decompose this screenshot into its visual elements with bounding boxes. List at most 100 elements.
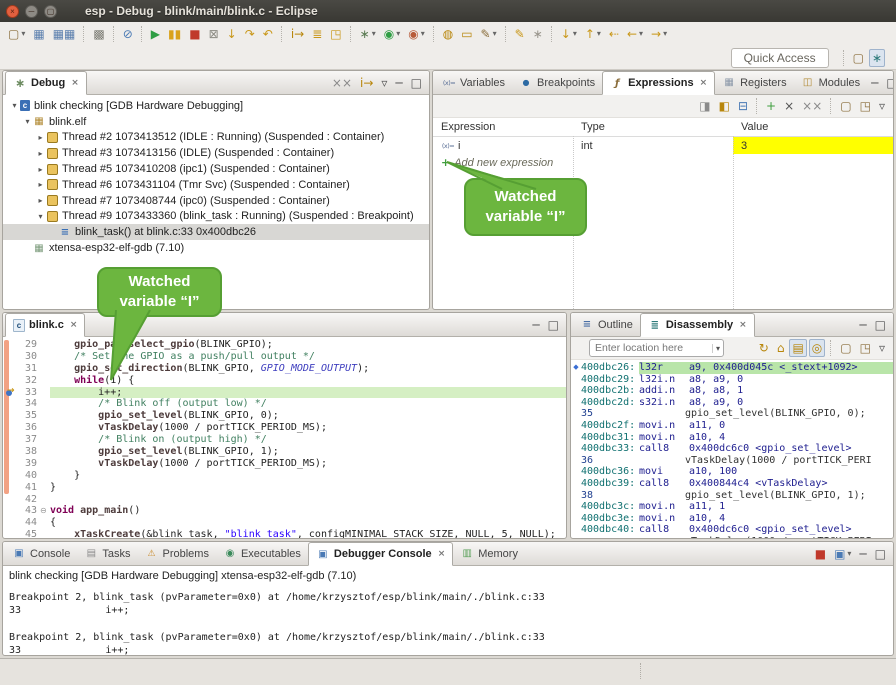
skip-all-breakpoints-icon[interactable]: ⊘ <box>120 25 136 43</box>
view-menu-icon[interactable]: ▿ <box>876 339 888 357</box>
annotation-ruler-cell[interactable] <box>3 505 17 517</box>
maximize-icon[interactable]: □ <box>545 316 562 334</box>
run-icon[interactable]: ◉▾ <box>381 25 404 43</box>
expand-arrow-icon[interactable]: ▾ <box>22 117 33 126</box>
home-icon[interactable]: ⌂ <box>774 339 788 357</box>
open-resource-icon[interactable]: ▭ <box>458 25 475 43</box>
code-line[interactable]: →33 i++; <box>3 387 566 399</box>
dropdown-arrow-icon[interactable]: ▾ <box>21 26 25 42</box>
debug-tree-item[interactable]: xtensa-esp32-elf-gdb (7.10) <box>3 240 429 256</box>
show-source-icon[interactable]: ▤ <box>789 339 806 357</box>
minimize-icon[interactable]: ─ <box>868 74 881 92</box>
suspend-icon[interactable]: ▮▮ <box>165 25 184 43</box>
disassembly-line[interactable]: 400dbc3e:movi.na10, 4 <box>571 513 893 525</box>
code-line[interactable]: 29 gpio_pad_select_gpio(BLINK_GPIO); <box>3 339 566 351</box>
annotations-icon[interactable]: ∗ <box>530 25 546 43</box>
code-line[interactable]: 39 vTaskDelay(1000 / portTICK_PERIOD_MS)… <box>3 458 566 470</box>
code-line[interactable]: 32 while(1) { <box>3 375 566 387</box>
resume-icon[interactable]: ▶ <box>148 25 163 43</box>
console-output[interactable]: blink checking [GDB Hardware Debugging] … <box>3 566 893 655</box>
add-expression-row[interactable]: + Add new expression <box>433 154 893 171</box>
sync-context-icon[interactable]: ◎ <box>809 339 825 357</box>
save-all-icon[interactable]: ▦▦ <box>50 25 79 43</box>
window-minimize-icon[interactable]: ─ <box>25 5 38 18</box>
expand-arrow-icon[interactable]: ▾ <box>9 101 20 110</box>
debug-tree-item[interactable]: ▸Thread #3 1073413156 (IDLE) (Suspended … <box>3 145 429 161</box>
disassembly-line[interactable]: 400dbc33:call80x400dc6c0 <gpio_set_level… <box>571 443 893 455</box>
tab-breakpoints[interactable]: Breakpoints <box>512 71 602 94</box>
tab-blink-c[interactable]: blink.c× <box>5 313 85 337</box>
minimize-icon[interactable]: ─ <box>392 74 405 92</box>
expand-arrow-icon[interactable]: ▸ <box>35 165 46 174</box>
column-header-value[interactable]: Value <box>733 121 893 133</box>
annotation-ruler-cell[interactable] <box>3 363 17 375</box>
column-header-type[interactable]: Type <box>573 121 733 133</box>
window-close-icon[interactable]: × <box>6 5 19 18</box>
disassembly-line[interactable]: 400dbc36:movia10, 100 <box>571 466 893 478</box>
debug-tree-item[interactable]: ▸Thread #7 1073408744 (ipc0) (Suspended … <box>3 193 429 209</box>
code-line[interactable]: 44{ <box>3 517 566 529</box>
maximize-icon[interactable]: □ <box>872 316 889 334</box>
terminate-icon[interactable]: ■ <box>812 545 829 563</box>
annotation-ruler-cell[interactable] <box>3 470 17 482</box>
dropdown-arrow-icon[interactable]: ▾ <box>396 26 400 42</box>
tab-modules[interactable]: Modules <box>794 71 868 94</box>
instruction-stepping-icon[interactable]: i→ <box>288 25 307 43</box>
instruction-stepping-mode-icon[interactable]: i→ <box>357 74 376 92</box>
tab-problems[interactable]: Problems <box>137 542 215 565</box>
view-menu-icon[interactable]: ▿ <box>876 97 888 115</box>
quick-access-button[interactable]: Quick Access <box>731 48 829 68</box>
disassembly-line[interactable]: 400dbc2f:movi.na11, 0 <box>571 420 893 432</box>
remove-all-expressions-icon[interactable]: ×× <box>799 97 825 115</box>
disassembly-line[interactable]: 400dbc3c:movi.na11, 1 <box>571 501 893 513</box>
display-selected-console-icon[interactable]: ▣▾ <box>831 545 854 563</box>
new-wizard-icon[interactable]: ▢▾ <box>5 25 28 43</box>
tab-outline[interactable]: Outline <box>573 313 640 336</box>
close-tab-icon[interactable]: × <box>739 320 747 330</box>
dropdown-arrow-icon[interactable]: ▾ <box>421 26 425 42</box>
search-icon[interactable]: ✎▾ <box>478 25 500 43</box>
tab-memory[interactable]: Memory <box>453 542 525 565</box>
fold-marker-icon[interactable]: ⊖ <box>40 505 50 517</box>
collapse-all-icon[interactable]: ⊟ <box>735 97 751 115</box>
debug-tree-item[interactable]: blink_task() at blink.c:33 0x400dbc26 <box>3 224 429 240</box>
disassembly-line[interactable]: 38gpio_set_level(BLINK_GPIO, 1); <box>571 490 893 502</box>
debug-perspective-icon[interactable]: ∗ <box>869 49 885 67</box>
expression-row[interactable]: iint3 <box>433 137 893 154</box>
debug-tree-item[interactable]: ▸Thread #6 1073431104 (Tmr Svc) (Suspend… <box>3 177 429 193</box>
back-icon[interactable]: ←▾ <box>624 25 646 43</box>
minimize-icon[interactable]: ─ <box>529 316 542 334</box>
close-tab-icon[interactable]: × <box>700 78 708 88</box>
dropdown-arrow-icon[interactable]: ▾ <box>639 26 643 42</box>
last-edit-location-icon[interactable]: ⇠ <box>606 25 622 43</box>
disassembly-line[interactable]: 400dbc29:l32i.na8, a9, 0 <box>571 374 893 386</box>
maximize-icon[interactable]: □ <box>883 74 894 92</box>
disassembly-line[interactable]: 400dbc39:call80x400844c4 <vTaskDelay> <box>571 478 893 490</box>
trace-icon[interactable]: ◳ <box>327 25 344 43</box>
open-element-icon[interactable]: ◍ <box>440 25 456 43</box>
column-separator[interactable] <box>733 136 734 309</box>
minimize-icon[interactable]: ─ <box>856 545 869 563</box>
build-all-icon[interactable]: ▩ <box>90 25 107 43</box>
dropdown-arrow-icon[interactable]: ▾ <box>597 26 601 42</box>
maximize-icon[interactable]: □ <box>408 74 425 92</box>
tab-executables[interactable]: Executables <box>216 542 308 565</box>
annotation-ruler-cell[interactable] <box>3 398 17 410</box>
show-type-names-icon[interactable]: ◨ <box>696 97 713 115</box>
tab-console[interactable]: Console <box>5 542 77 565</box>
minimize-icon[interactable]: ─ <box>856 316 869 334</box>
add-expression-icon[interactable]: + <box>763 97 779 115</box>
terminate-icon[interactable]: ■ <box>186 25 203 43</box>
code-line[interactable]: 37 /* Blink on (output high) */ <box>3 434 566 446</box>
annotation-ruler-cell[interactable] <box>3 458 17 470</box>
remove-all-terminated-icon[interactable]: ×× <box>329 74 355 92</box>
code-line[interactable]: 30 /* Set the GPIO as a push/pull output… <box>3 351 566 363</box>
annotation-ruler-cell[interactable] <box>3 494 17 506</box>
code-line[interactable]: 45 xTaskCreate(&blink_task, "blink_task"… <box>3 529 566 538</box>
disassembly-listing[interactable]: ◆400dbc26:l32ra9, 0x400d045c <_stext+109… <box>571 360 893 538</box>
disassembly-line[interactable]: 400dbc2d:s32i.na8, a9, 0 <box>571 397 893 409</box>
disassembly-line[interactable]: 36vTaskDelay(1000 / portTICK_PERI <box>571 455 893 467</box>
view-menu-icon[interactable]: ▿ <box>378 74 390 92</box>
tab-registers[interactable]: Registers <box>715 71 793 94</box>
code-line[interactable]: 43⊖void app_main() <box>3 505 566 517</box>
